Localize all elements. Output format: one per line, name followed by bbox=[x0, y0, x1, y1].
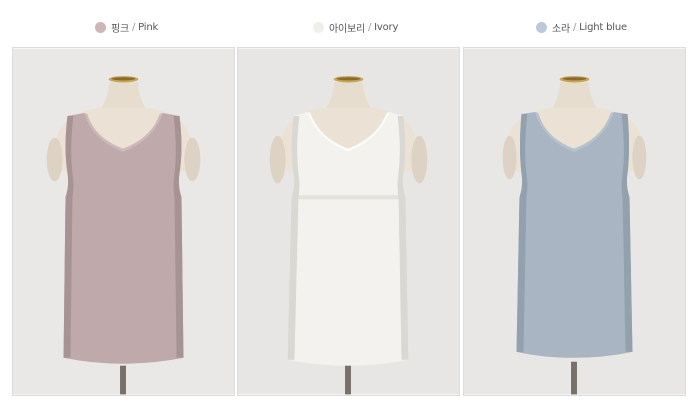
color-name-ko: 소라 bbox=[552, 23, 570, 35]
product-photo-ivory[interactable] bbox=[237, 47, 460, 396]
pink-swatch-icon bbox=[95, 21, 106, 33]
color-name-en: Pink bbox=[138, 21, 159, 33]
product-photo-pink[interactable] bbox=[12, 47, 235, 396]
color-option-pink[interactable]: 핑크 / Pink bbox=[95, 19, 158, 35]
tank-top-on-mannequin-image bbox=[238, 48, 459, 395]
ivory-swatch-icon bbox=[313, 21, 324, 33]
color-name-ko: 핑크 bbox=[111, 23, 129, 35]
tank-top-on-mannequin-image bbox=[13, 48, 234, 395]
tank-top-on-mannequin-image bbox=[464, 48, 685, 395]
light-blue-swatch-icon bbox=[536, 21, 547, 33]
color-option-light-blue[interactable]: 소라 / Light blue bbox=[536, 19, 627, 35]
color-name-en: Ivory bbox=[374, 21, 399, 33]
color-separator: / bbox=[573, 21, 577, 33]
color-option-ivory[interactable]: 아이보리 / Ivory bbox=[313, 19, 398, 35]
color-name-en: Light blue bbox=[579, 21, 627, 33]
color-separator: / bbox=[132, 21, 136, 33]
product-photo-light-blue[interactable] bbox=[463, 47, 686, 396]
color-separator: / bbox=[368, 21, 372, 33]
color-name-ko: 아이보리 bbox=[329, 23, 365, 35]
